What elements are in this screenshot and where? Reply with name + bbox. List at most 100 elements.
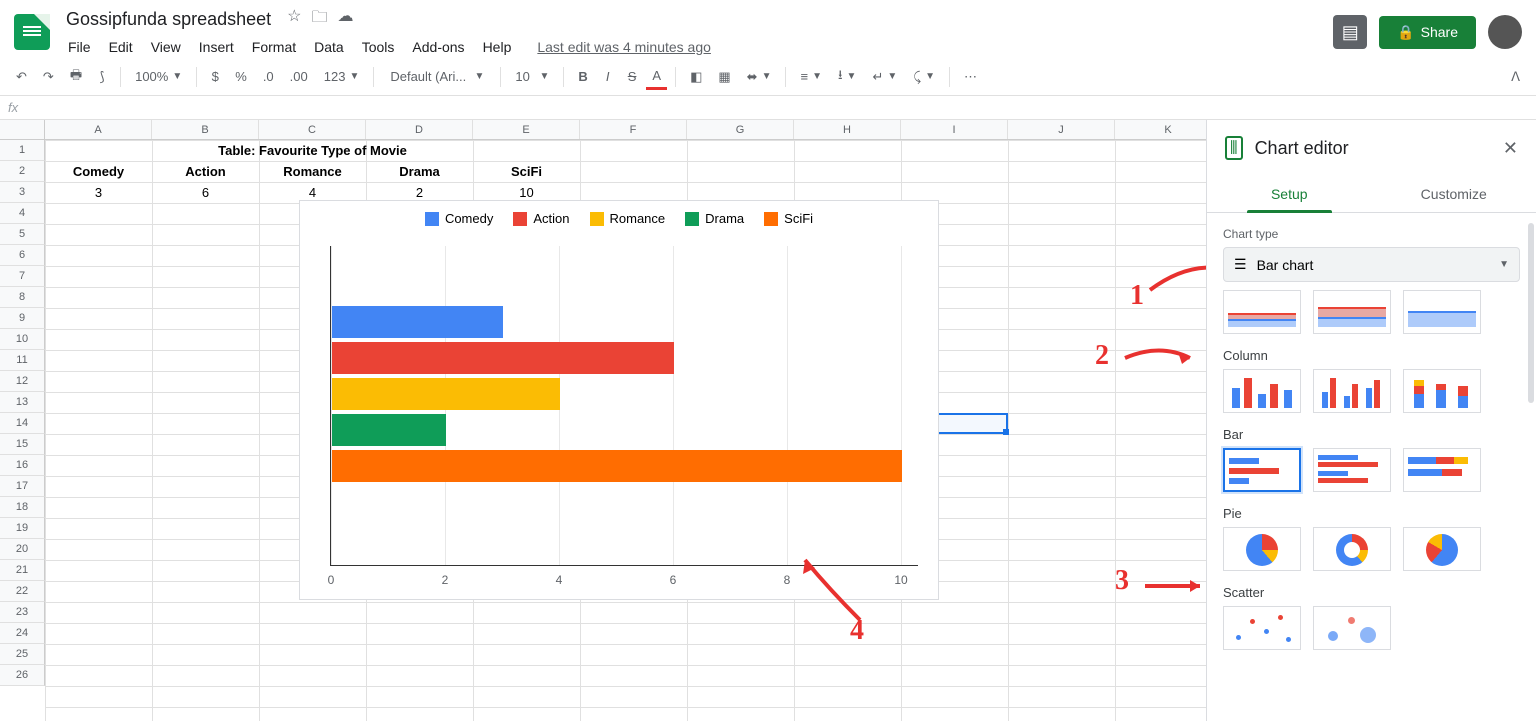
col-header[interactable]: D [366, 120, 473, 139]
halign-button[interactable]: ≡ ▼ [794, 65, 828, 88]
menu-help[interactable]: Help [475, 35, 520, 59]
star-icon[interactable]: ☆ [287, 6, 301, 33]
row-header[interactable]: 5 [0, 224, 45, 245]
rotate-button[interactable]: ⤹ ▼ [907, 65, 941, 89]
col-header[interactable]: E [473, 120, 580, 139]
menu-data[interactable]: Data [306, 35, 352, 59]
menu-addons[interactable]: Add-ons [404, 35, 472, 59]
undo-button[interactable]: ↶ [10, 65, 33, 89]
chart-thumb-column-1[interactable] [1223, 369, 1301, 413]
move-icon[interactable]: 🗀 [311, 6, 327, 33]
row-header[interactable]: 18 [0, 497, 45, 518]
row-header[interactable]: 20 [0, 539, 45, 560]
last-edit-link[interactable]: Last edit was 4 minutes ago [529, 35, 719, 59]
cell-header[interactable]: Action [152, 161, 259, 182]
row-header[interactable]: 16 [0, 455, 45, 476]
cell-header[interactable]: Drama [366, 161, 473, 182]
formula-bar[interactable]: fx [0, 96, 1536, 120]
row-header[interactable]: 10 [0, 329, 45, 350]
italic-button[interactable]: I [598, 65, 618, 88]
row-header[interactable]: 17 [0, 476, 45, 497]
comments-button[interactable]: ▤ [1333, 15, 1367, 49]
col-header[interactable]: K [1115, 120, 1206, 139]
menu-view[interactable]: View [143, 35, 189, 59]
text-color-button[interactable]: A [646, 64, 667, 90]
col-header[interactable]: F [580, 120, 687, 139]
chart-thumb-pie-3[interactable] [1403, 527, 1481, 571]
account-avatar[interactable] [1488, 15, 1522, 49]
col-header[interactable]: H [794, 120, 901, 139]
row-header[interactable]: 24 [0, 623, 45, 644]
strike-button[interactable]: S [622, 65, 643, 88]
col-header[interactable]: G [687, 120, 794, 139]
row-header[interactable]: 26 [0, 665, 45, 686]
chart-thumb-scatter-1[interactable] [1223, 606, 1301, 650]
bold-button[interactable]: B [572, 65, 593, 88]
chart-thumb-column-3[interactable] [1403, 369, 1481, 413]
cell-value[interactable]: 6 [152, 182, 259, 203]
menu-edit[interactable]: Edit [101, 35, 141, 59]
row-header[interactable]: 9 [0, 308, 45, 329]
collapse-toolbar-button[interactable]: ᐱ [1505, 65, 1526, 89]
redo-button[interactable]: ↷ [37, 65, 60, 89]
col-header[interactable]: A [45, 120, 152, 139]
row-header[interactable]: 25 [0, 644, 45, 665]
merge-button[interactable]: ⬌ ▼ [741, 65, 778, 89]
spreadsheet-grid[interactable]: ABCDEFGHIJK 1234567891011121314151617181… [0, 120, 1206, 721]
chart-type-select[interactable]: ☰ Bar chart ▼ [1223, 247, 1520, 282]
row-header[interactable]: 14 [0, 413, 45, 434]
cell-header[interactable]: Comedy [45, 161, 152, 182]
close-panel-button[interactable]: ✕ [1503, 138, 1518, 159]
chart-thumb-bar-1[interactable] [1223, 448, 1301, 492]
menu-format[interactable]: Format [244, 35, 304, 59]
font-size-select[interactable]: 10▼ [509, 65, 555, 88]
print-button[interactable]: 🖶 [64, 62, 88, 92]
row-header[interactable]: 21 [0, 560, 45, 581]
row-header[interactable]: 13 [0, 392, 45, 413]
borders-button[interactable]: ▦ [712, 65, 736, 89]
chart-thumb-area-2[interactable] [1313, 290, 1391, 334]
cell-header[interactable]: Romance [259, 161, 366, 182]
chart-thumb-area-3[interactable] [1403, 290, 1481, 334]
doc-title[interactable]: Gossipfunda spreadsheet [60, 7, 277, 32]
col-header[interactable]: B [152, 120, 259, 139]
select-all-corner[interactable] [0, 120, 45, 140]
menu-tools[interactable]: Tools [354, 35, 403, 59]
chart-thumb-bar-3[interactable] [1403, 448, 1481, 492]
dec-decrease-button[interactable]: .0 [257, 65, 280, 88]
menu-file[interactable]: File [60, 35, 99, 59]
chart-thumb-scatter-2[interactable] [1313, 606, 1391, 650]
row-headers[interactable]: 1234567891011121314151617181920212223242… [0, 140, 45, 686]
embedded-chart[interactable]: ComedyActionRomanceDramaSciFi 0246810 [299, 200, 939, 600]
valign-button[interactable]: ⭳ ▼ [832, 62, 862, 92]
chart-thumb-area-1[interactable] [1223, 290, 1301, 334]
row-header[interactable]: 23 [0, 602, 45, 623]
chart-thumb-pie-1[interactable] [1223, 527, 1301, 571]
cell-value[interactable]: 3 [45, 182, 152, 203]
row-header[interactable]: 3 [0, 182, 45, 203]
row-header[interactable]: 12 [0, 371, 45, 392]
chart-thumb-pie-2[interactable] [1313, 527, 1391, 571]
panel-scrollbar[interactable] [1528, 223, 1534, 403]
row-header[interactable]: 2 [0, 161, 45, 182]
share-button[interactable]: 🔒 Share [1379, 16, 1476, 49]
row-header[interactable]: 22 [0, 581, 45, 602]
col-header[interactable]: I [901, 120, 1008, 139]
fill-color-button[interactable]: ◧ [684, 65, 708, 89]
row-header[interactable]: 4 [0, 203, 45, 224]
row-header[interactable]: 11 [0, 350, 45, 371]
cloud-status-icon[interactable]: ☁ [338, 6, 354, 33]
col-header[interactable]: C [259, 120, 366, 139]
row-header[interactable]: 8 [0, 287, 45, 308]
currency-button[interactable]: $ [205, 65, 225, 88]
chart-thumb-column-2[interactable] [1313, 369, 1391, 413]
menu-insert[interactable]: Insert [191, 35, 242, 59]
percent-button[interactable]: % [229, 65, 253, 88]
row-header[interactable]: 6 [0, 245, 45, 266]
col-header[interactable]: J [1008, 120, 1115, 139]
paint-format-button[interactable]: ⟆ [92, 65, 112, 89]
tab-setup[interactable]: Setup [1207, 176, 1372, 212]
zoom-select[interactable]: 100%▼ [129, 65, 188, 88]
dec-increase-button[interactable]: .00 [284, 65, 314, 88]
cell-header[interactable]: SciFi [473, 161, 580, 182]
